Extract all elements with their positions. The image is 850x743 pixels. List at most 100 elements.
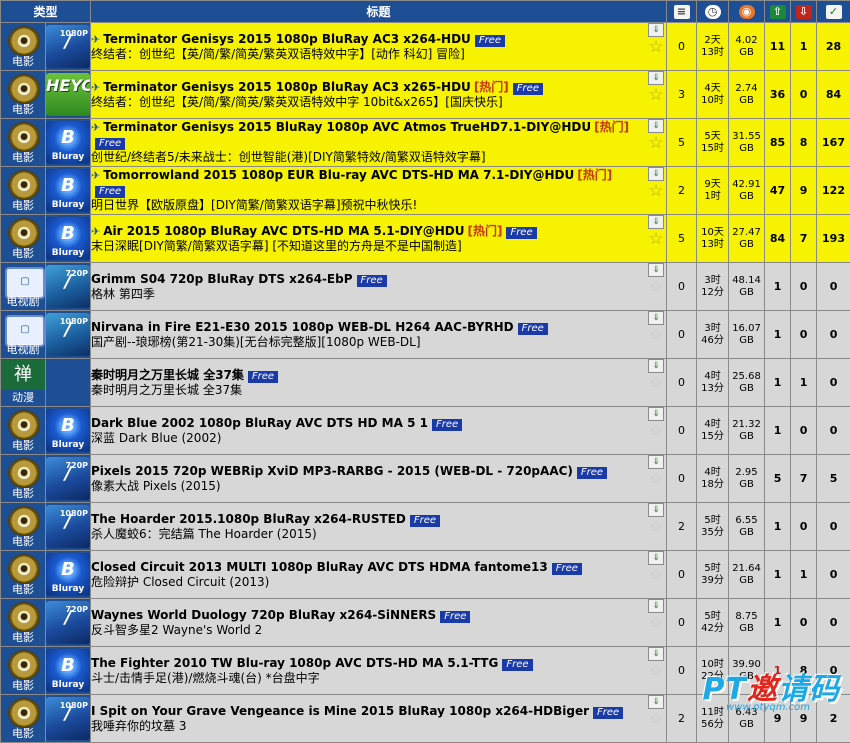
seeders-count[interactable]: 1	[765, 311, 791, 359]
completed-count[interactable]: 0	[817, 359, 850, 407]
torrent-title-link[interactable]: Tomorrowland 2015 1080p EUR Blu-ray AVC …	[103, 168, 574, 182]
download-icon[interactable]: ⇓	[648, 23, 664, 37]
header-time[interactable]: ◷	[697, 1, 729, 23]
completed-count[interactable]: 28	[817, 23, 850, 71]
seeders-count[interactable]: 1	[765, 359, 791, 407]
category-cell[interactable]: ●电影	[1, 551, 46, 599]
comments-count[interactable]: 0	[667, 599, 697, 647]
comments-count[interactable]: 5	[667, 119, 697, 167]
comments-count[interactable]: 2	[667, 503, 697, 551]
comments-count[interactable]: 5	[667, 215, 697, 263]
category-cell[interactable]: ●电影	[1, 119, 46, 167]
torrent-title-link[interactable]: Waynes World Duology 720p BluRay x264-Si…	[91, 608, 436, 622]
seeders-count[interactable]: 1	[765, 599, 791, 647]
torrent-title-link[interactable]: Dark Blue 2002 1080p BluRay AVC DTS HD M…	[91, 416, 428, 430]
bookmark-star-icon[interactable]: ☆	[646, 567, 666, 584]
torrent-title-link[interactable]: Pixels 2015 720p WEBRip XviD MP3-RARBG -…	[91, 464, 573, 478]
seeders-count[interactable]: 5	[765, 455, 791, 503]
header-title[interactable]: 标题	[91, 1, 667, 23]
leechers-count[interactable]: 0	[791, 71, 817, 119]
download-icon[interactable]: ⇓	[648, 455, 664, 469]
category-cell[interactable]: ●电影	[1, 455, 46, 503]
category-cell[interactable]: ▢电视剧	[1, 311, 46, 359]
download-icon[interactable]: ⇓	[648, 215, 664, 229]
header-leechers[interactable]: ⇩	[791, 1, 817, 23]
header-comments[interactable]: ≡	[667, 1, 697, 23]
download-icon[interactable]: ⇓	[648, 359, 664, 373]
download-icon[interactable]: ⇓	[648, 599, 664, 613]
torrent-title-link[interactable]: Grimm S04 720p BluRay DTS x264-EbP	[91, 272, 353, 286]
comments-count[interactable]: 0	[667, 311, 697, 359]
bookmark-star-icon[interactable]: ☆	[646, 327, 666, 344]
header-size[interactable]: ◉	[729, 1, 765, 23]
download-icon[interactable]: ⇓	[648, 503, 664, 517]
seeders-count[interactable]: 47	[765, 167, 791, 215]
category-cell[interactable]: ▢电视剧	[1, 263, 46, 311]
seeders-count[interactable]: 1	[765, 503, 791, 551]
leechers-count[interactable]: 0	[791, 407, 817, 455]
comments-count[interactable]: 0	[667, 359, 697, 407]
bookmark-star-icon[interactable]: ☆	[646, 711, 666, 728]
bookmark-star-icon[interactable]: ☆	[646, 423, 666, 440]
comments-count[interactable]: 0	[667, 263, 697, 311]
category-cell[interactable]: ●电影	[1, 503, 46, 551]
comments-count[interactable]: 2	[667, 167, 697, 215]
completed-count[interactable]: 0	[817, 503, 850, 551]
seeders-count[interactable]: 11	[765, 23, 791, 71]
completed-count[interactable]: 0	[817, 263, 850, 311]
seeders-count[interactable]: 36	[765, 71, 791, 119]
torrent-title-link[interactable]: The Fighter 2010 TW Blu-ray 1080p AVC DT…	[91, 656, 498, 670]
completed-count[interactable]: 0	[817, 551, 850, 599]
category-cell[interactable]: ●电影	[1, 695, 46, 743]
bookmark-star-icon[interactable]: ☆	[646, 375, 666, 392]
bookmark-star-icon[interactable]: ☆	[646, 471, 666, 488]
torrent-title-link[interactable]: Terminator Genisys 2015 1080p BluRay AC3…	[103, 32, 471, 46]
torrent-title-link[interactable]: Terminator Genisys 2015 1080p BluRay AC3…	[103, 80, 471, 94]
completed-count[interactable]: 122	[817, 167, 850, 215]
comments-count[interactable]: 0	[667, 407, 697, 455]
torrent-title-link[interactable]: Terminator Genisys 2015 BluRay 1080p AVC…	[103, 120, 591, 134]
download-icon[interactable]: ⇓	[648, 695, 664, 709]
download-icon[interactable]: ⇓	[648, 407, 664, 421]
comments-count[interactable]: 2	[667, 695, 697, 743]
comments-count[interactable]: 0	[667, 647, 697, 695]
bookmark-star-icon[interactable]: ☆	[646, 663, 666, 680]
header-seeders[interactable]: ⇧	[765, 1, 791, 23]
torrent-title-link[interactable]: 秦时明月之万里长城 全37集	[91, 368, 244, 382]
download-icon[interactable]: ⇓	[648, 71, 664, 85]
category-cell[interactable]: ●电影	[1, 647, 46, 695]
bookmark-star-icon[interactable]: ☆	[646, 183, 666, 200]
completed-count[interactable]: 84	[817, 71, 850, 119]
bookmark-star-icon[interactable]: ☆	[646, 615, 666, 632]
leechers-count[interactable]: 1	[791, 359, 817, 407]
bookmark-star-icon[interactable]: ☆	[646, 87, 666, 104]
seeders-count[interactable]: 1	[765, 263, 791, 311]
category-cell[interactable]: ●电影	[1, 599, 46, 647]
category-cell[interactable]: ●电影	[1, 407, 46, 455]
completed-count[interactable]: 0	[817, 311, 850, 359]
torrent-title-link[interactable]: Air 2015 1080p BluRay AVC DTS-HD MA 5.1-…	[103, 224, 464, 238]
completed-count[interactable]: 0	[817, 407, 850, 455]
leechers-count[interactable]: 1	[791, 23, 817, 71]
header-type[interactable]: 类型	[1, 1, 91, 23]
category-cell[interactable]: ●电影	[1, 215, 46, 263]
comments-count[interactable]: 3	[667, 71, 697, 119]
category-cell[interactable]: ●电影	[1, 23, 46, 71]
leechers-count[interactable]: 0	[791, 311, 817, 359]
bookmark-star-icon[interactable]: ☆	[646, 39, 666, 56]
comments-count[interactable]: 0	[667, 551, 697, 599]
completed-count[interactable]: 167	[817, 119, 850, 167]
completed-count[interactable]: 0	[817, 599, 850, 647]
bookmark-star-icon[interactable]: ☆	[646, 231, 666, 248]
header-completed[interactable]: ✓	[817, 1, 850, 23]
torrent-title-link[interactable]: The Hoarder 2015.1080p BluRay x264-RUSTE…	[91, 512, 406, 526]
leechers-count[interactable]: 9	[791, 167, 817, 215]
completed-count[interactable]: 5	[817, 455, 850, 503]
leechers-count[interactable]: 0	[791, 503, 817, 551]
download-icon[interactable]: ⇓	[648, 119, 664, 133]
bookmark-star-icon[interactable]: ☆	[646, 519, 666, 536]
comments-count[interactable]: 0	[667, 23, 697, 71]
comments-count[interactable]: 0	[667, 455, 697, 503]
leechers-count[interactable]: 0	[791, 599, 817, 647]
bookmark-star-icon[interactable]: ☆	[646, 135, 666, 152]
